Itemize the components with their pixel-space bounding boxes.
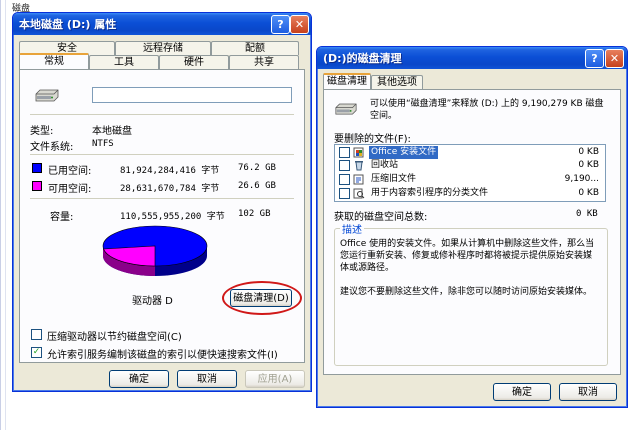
drive-icon [335, 103, 357, 115]
separator-2 [30, 154, 294, 155]
tabs-bottom-row: 常规 工具 硬件 共享 [19, 53, 299, 69]
cleanup-ok-button[interactable]: 确定 [493, 383, 551, 401]
disk-usage-pie [102, 225, 208, 276]
cleanup-title: (D:)的磁盘清理 [323, 52, 402, 65]
drive-icon [35, 89, 59, 102]
tab-quota[interactable]: 配额 [211, 41, 299, 55]
background-edge [0, 0, 1, 430]
used-space-label: 已用空间: [48, 166, 92, 177]
index-label: 允许索引服务编制该磁盘的索引以便快速搜索文件(I) [47, 350, 278, 361]
used-space-gb: 76.2 GB [238, 163, 276, 173]
used-space-bytes: 81,924,284,416 字节 [120, 166, 220, 176]
tab-hardware[interactable]: 硬件 [159, 55, 229, 69]
close-icon: ✕ [609, 52, 620, 65]
files-list[interactable]: Office 安装文件 0 KB 回收站 0 KB 压缩旧文件 9,190...… [334, 144, 606, 202]
cleanup-highlight-ring [222, 281, 302, 315]
cleanup-titlebar[interactable]: (D:)的磁盘清理 ? ✕ [317, 47, 627, 69]
file-checkbox[interactable] [339, 188, 350, 199]
index-checkbox[interactable]: ✓ [31, 347, 42, 358]
list-item[interactable]: 压缩旧文件 9,190... [335, 173, 605, 186]
description-text-2: 建议您不要删除这些文件，除非您可以随时访问原始安装媒体。 [340, 287, 593, 297]
file-checkbox[interactable] [339, 147, 350, 158]
tab-remote-storage[interactable]: 远程存储 [115, 41, 211, 55]
properties-title: 本地磁盘 (D:) 属性 [19, 18, 117, 31]
file-name: 压缩旧文件 [371, 174, 417, 184]
compress-checkbox[interactable] [31, 329, 42, 340]
properties-window: 本地磁盘 (D:) 属性 ? ✕ 安全 远程存储 配额 常规 工具 硬件 共享 … [12, 12, 312, 392]
help-icon: ? [591, 52, 598, 65]
tab-more-options[interactable]: 其他选项 [371, 75, 423, 89]
file-name: 用于内容索引程序的分类文件 [371, 188, 489, 198]
tab-sharing[interactable]: 共享 [229, 55, 299, 69]
cleanup-help-button[interactable]: ? [585, 49, 604, 68]
cleanup-window: (D:)的磁盘清理 ? ✕ 磁盘清理 其他选项 可以使用“磁盘清理”来释放 (D… [316, 46, 628, 408]
capacity-gb: 102 GB [238, 209, 271, 219]
volume-label-input[interactable] [92, 87, 292, 103]
file-size: 9,190... [564, 174, 599, 184]
drive-letter-label: 驱动器 D [132, 296, 173, 307]
help-button[interactable]: ? [271, 15, 290, 34]
free-space-gb: 26.6 GB [238, 181, 276, 191]
general-panel: 类型: 本地磁盘 文件系统: NTFS 已用空间: 81,924,284,416… [19, 69, 305, 363]
filesystem-value: NTFS [92, 139, 114, 149]
tab-tools[interactable]: 工具 [89, 55, 159, 69]
cleanup-cancel-button[interactable]: 取消 [559, 383, 617, 401]
tab-general[interactable]: 常规 [19, 53, 89, 69]
used-space-swatch [32, 163, 42, 173]
compressed-files-icon [353, 174, 364, 185]
apply-button[interactable]: 应用(A) [245, 370, 305, 388]
file-size: 0 KB [578, 160, 599, 170]
free-space-bytes: 28,631,670,784 字节 [120, 184, 220, 194]
file-name: Office 安装文件 [369, 146, 439, 159]
cleanup-intro-text: 可以使用“磁盘清理”来释放 (D:) 上的 9,190,279 KB 磁盘空间。 [370, 99, 604, 121]
list-item[interactable]: 回收站 0 KB [335, 159, 605, 172]
description-title: 描述 [340, 221, 364, 236]
files-to-delete-label: 要删除的文件(F): [334, 134, 411, 145]
cleanup-tabs: 磁盘清理 其他选项 [323, 73, 423, 89]
type-label: 类型: [30, 126, 54, 137]
file-size: 0 KB [578, 188, 599, 198]
close-button[interactable]: ✕ [290, 15, 309, 34]
free-space-label: 可用空间: [48, 184, 92, 195]
file-checkbox[interactable] [339, 160, 350, 171]
separator-1 [30, 114, 294, 115]
file-size: 0 KB [578, 147, 599, 157]
ok-button[interactable]: 确定 [109, 370, 169, 388]
cancel-button[interactable]: 取消 [177, 370, 237, 388]
file-name: 回收站 [371, 160, 399, 170]
filesystem-label: 文件系统: [30, 142, 74, 153]
free-space-swatch [32, 181, 42, 191]
compress-label: 压缩驱动器以节约磁盘空间(C) [47, 332, 182, 343]
list-item[interactable]: 用于内容索引程序的分类文件 0 KB [335, 187, 605, 200]
catalog-files-icon [353, 188, 365, 199]
background-edge-2 [5, 0, 6, 430]
cleanup-panel: 可以使用“磁盘清理”来释放 (D:) 上的 9,190,279 KB 磁盘空间。… [323, 89, 621, 375]
cleanup-close-button[interactable]: ✕ [605, 49, 624, 68]
total-space-value: 0 KB [576, 209, 598, 219]
office-file-icon [353, 147, 364, 158]
capacity-bytes: 110,555,955,200 字节 [120, 212, 225, 222]
file-checkbox[interactable] [339, 174, 350, 185]
tab-disk-cleanup[interactable]: 磁盘清理 [323, 73, 371, 89]
separator-3 [30, 198, 294, 199]
description-text: Office 使用的安装文件。如果从计算机中删除这些文件，那么当您运行重新安装、… [340, 239, 595, 273]
recycle-bin-icon [355, 161, 363, 171]
type-value: 本地磁盘 [92, 126, 132, 137]
capacity-label: 容量: [50, 212, 74, 223]
help-icon: ? [277, 18, 284, 31]
close-icon: ✕ [294, 18, 305, 31]
properties-titlebar[interactable]: 本地磁盘 (D:) 属性 ? ✕ [13, 13, 311, 35]
list-item[interactable]: Office 安装文件 0 KB [335, 146, 605, 159]
